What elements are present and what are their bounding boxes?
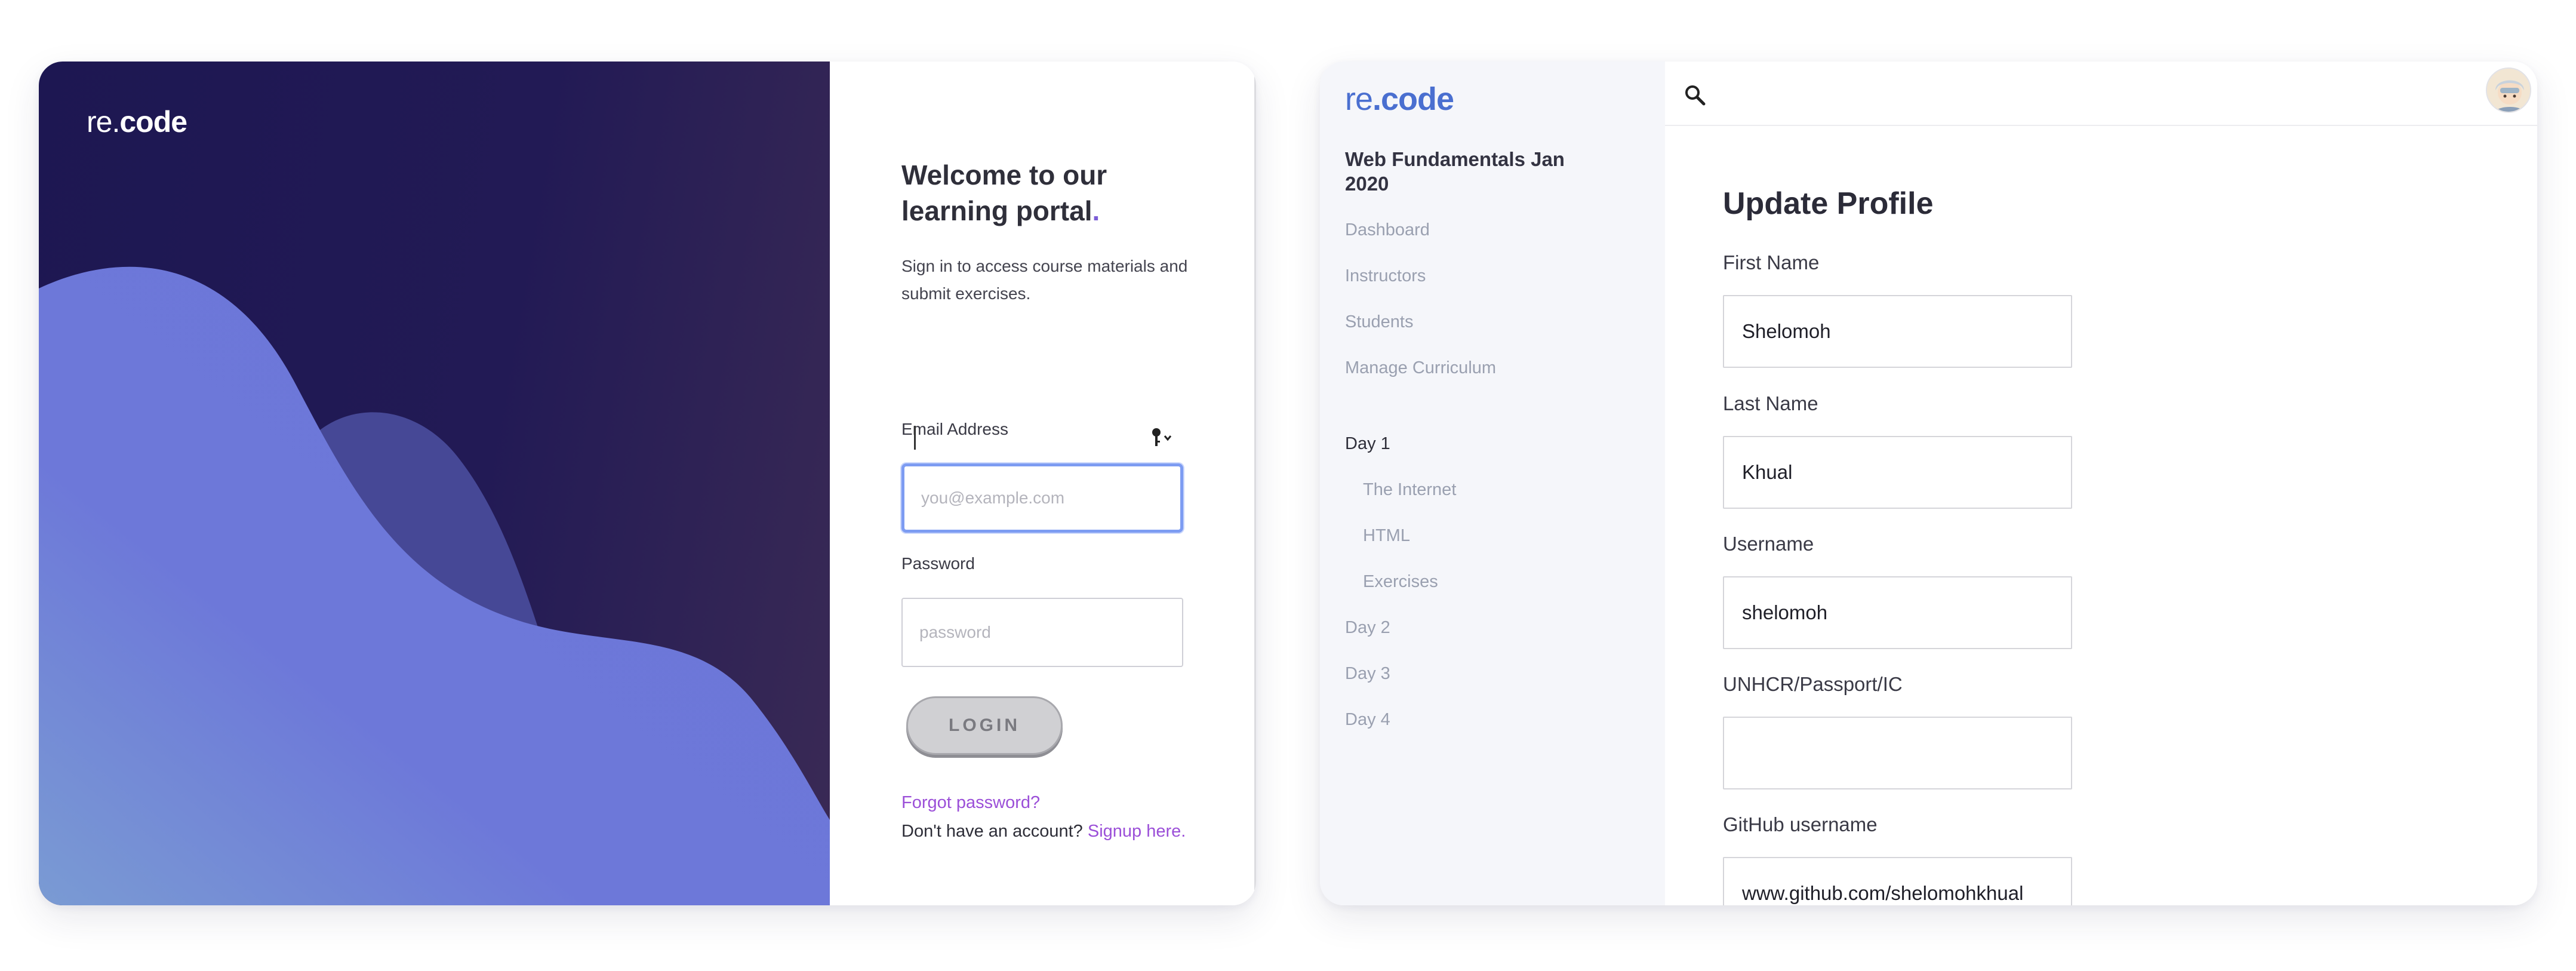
password-manager-key-icon[interactable] [1149, 425, 1175, 449]
sidebar-item-day-2[interactable]: Day 2 [1345, 618, 1390, 638]
logo-light-text: re. [87, 105, 120, 139]
recode-logo: re.code [87, 105, 187, 139]
first-name-label: First Name [1723, 251, 1820, 274]
sidebar-item-the-internet[interactable]: The Internet [1363, 480, 1456, 500]
password-field[interactable] [901, 598, 1183, 667]
sidebar-item-exercises[interactable]: Exercises [1363, 572, 1438, 592]
github-username-field[interactable] [1723, 857, 2072, 905]
sidebar-logo[interactable]: re.code [1345, 81, 1454, 118]
sidebar-logo-bold: .code [1372, 81, 1454, 117]
sidebar-item-instructors[interactable]: Instructors [1345, 266, 1426, 286]
signup-prompt: Don't have an account? Signup here. [901, 822, 1186, 841]
sidebar-item-manage-curriculum[interactable]: Manage Curriculum [1345, 358, 1496, 378]
sidebar: re.code Web Fundamentals Jan 2020 Dashbo… [1320, 62, 1665, 905]
id-document-field[interactable] [1723, 717, 2072, 789]
welcome-line-1: Welcome to our [901, 159, 1107, 190]
text-caret [914, 426, 916, 450]
password-label: Password [901, 554, 975, 573]
login-button[interactable]: LOGIN [906, 696, 1063, 755]
email-label: Email Address [901, 420, 1008, 438]
username-field[interactable] [1723, 576, 2072, 649]
logo-bold-text: code [119, 105, 187, 139]
last-name-field[interactable] [1723, 436, 2072, 509]
search-icon[interactable] [1683, 83, 1707, 107]
sidebar-item-day-3[interactable]: Day 3 [1345, 664, 1390, 684]
welcome-line-2: learning portal [901, 195, 1092, 226]
page-title: Update Profile [1723, 186, 1934, 221]
username-label: Username [1723, 533, 1814, 555]
sidebar-item-day-4[interactable]: Day 4 [1345, 710, 1390, 730]
sidebar-item-students[interactable]: Students [1345, 312, 1413, 332]
sidebar-item-day-1[interactable]: Day 1 [1345, 434, 1390, 454]
wave-graphic [39, 266, 830, 905]
first-name-field[interactable] [1723, 295, 2072, 368]
github-username-label: GitHub username [1723, 813, 1878, 835]
login-form-pane: Welcome to our learning portal. Sign in … [830, 62, 1256, 905]
login-card: re.code Welcome to our learning portal. … [39, 62, 1256, 905]
welcome-heading: Welcome to our learning portal. [901, 157, 1200, 229]
email-field[interactable] [901, 463, 1183, 533]
forgot-password-link[interactable]: Forgot password? [901, 793, 1040, 813]
signup-link[interactable]: Signup here. [1088, 822, 1186, 841]
avatar[interactable] [2486, 67, 2531, 113]
main-content: Update Profile First Name Last Name User… [1665, 62, 2537, 905]
id-document-label: UNHCR/Passport/IC [1723, 673, 1903, 695]
login-subtitle: Sign in to access course materials and s… [901, 257, 1188, 303]
sidebar-item-html[interactable]: HTML [1363, 526, 1410, 546]
avatar-image [2487, 69, 2530, 112]
top-bar [1665, 62, 2537, 126]
welcome-dot: . [1092, 195, 1100, 226]
no-account-text: Don't have an account? [901, 822, 1088, 841]
course-title: Web Fundamentals Jan 2020 [1345, 148, 1565, 195]
sidebar-item-dashboard[interactable]: Dashboard [1345, 220, 1430, 240]
sidebar-logo-light: re [1345, 81, 1373, 117]
last-name-label: Last Name [1723, 392, 1818, 414]
hero-illustration: re.code [39, 62, 830, 905]
profile-card: re.code Web Fundamentals Jan 2020 Dashbo… [1320, 62, 2537, 905]
